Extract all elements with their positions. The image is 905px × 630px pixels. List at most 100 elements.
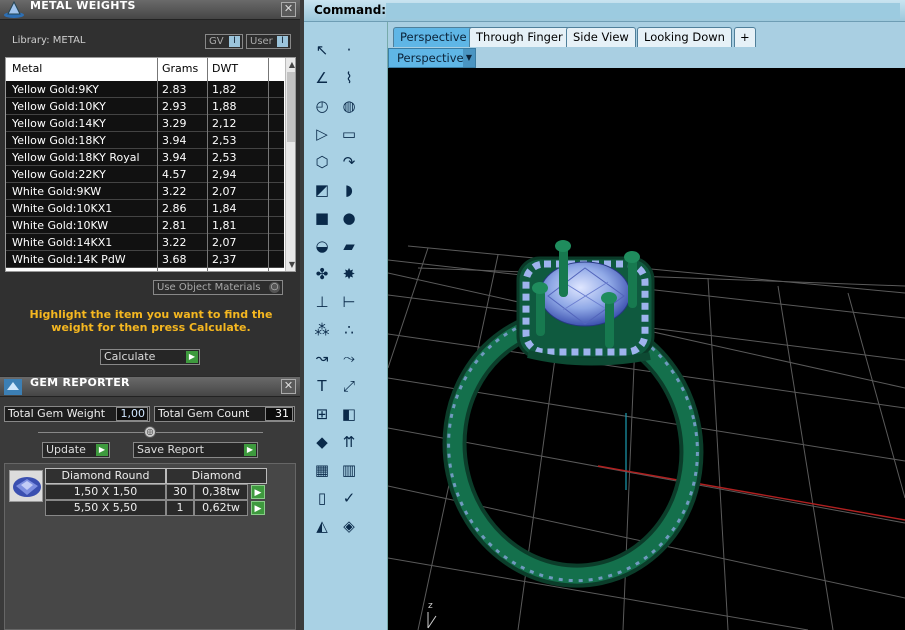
user-toggle[interactable]: User I (246, 34, 291, 49)
calculate-label: Calculate (104, 350, 156, 363)
revolve-icon[interactable]: ◒ (311, 235, 333, 257)
table-row[interactable]: Yellow Gold:18KY 3.94 2,53 (6, 132, 284, 149)
table-row[interactable]: Yellow Gold:9KY 2.83 1,82 (6, 81, 284, 98)
add-tab-button[interactable]: + (734, 27, 756, 47)
gv-toggle[interactable]: GV I (205, 34, 243, 49)
axis-gizmo (427, 612, 437, 629)
table-row[interactable]: White Gold:10KW 2.81 1,81 (6, 217, 284, 234)
dwt-cell: 1,84 (212, 202, 237, 215)
column-divider (207, 58, 208, 271)
calculate-button[interactable]: Calculate ▶ (100, 349, 200, 365)
chevron-down-icon: ▼ (463, 49, 475, 67)
grams-cell: 3.29 (162, 117, 187, 130)
sphere-icon[interactable]: ● (338, 207, 360, 229)
polygon-icon[interactable]: ▷ (311, 123, 333, 145)
table-row[interactable]: White Gold:9KW 3.22 2,07 (6, 183, 284, 200)
hexagon-icon[interactable]: ⬡ (311, 151, 333, 173)
slider-handle[interactable]: ◎ (144, 426, 156, 438)
metal-name-cell: Yellow Gold:22KY (12, 168, 106, 181)
grid-icon[interactable]: ▦ (311, 459, 333, 481)
polyline-icon[interactable]: ∠ (311, 67, 333, 89)
play-icon: ▶ (186, 351, 198, 363)
material-icon[interactable]: ◈ (338, 515, 360, 537)
gem-select-icon[interactable]: ▶ (251, 485, 265, 499)
gem-select-icon[interactable]: ▶ (251, 501, 265, 515)
extrude-icon[interactable]: ⇈ (338, 431, 360, 453)
command-label: Command: (314, 3, 387, 17)
tab-side-view[interactable]: Side View (566, 27, 636, 47)
ring-render: z (388, 240, 905, 630)
gem-material-header: Diamond (166, 468, 267, 484)
scroll-thumb[interactable] (287, 72, 295, 142)
scatter-icon[interactable]: ∴ (338, 319, 360, 341)
metal-weights-title: METAL WEIGHTS (30, 0, 136, 12)
close-icon[interactable]: ✕ (281, 379, 296, 394)
surface-icon[interactable]: ◩ (311, 179, 333, 201)
box-icon[interactable]: ■ (311, 207, 333, 229)
close-icon[interactable]: ✕ (281, 2, 296, 17)
arc-icon[interactable]: ↷ (338, 151, 360, 173)
ellipse-icon[interactable]: ◍ (338, 95, 360, 117)
command-input[interactable] (386, 3, 900, 19)
text-icon[interactable]: T (311, 375, 333, 397)
split-icon[interactable]: ⊢ (338, 291, 360, 313)
loft-icon[interactable]: ◗ (338, 179, 360, 201)
table-row[interactable]: Yellow Gold:10KY 2.93 1,88 (6, 98, 284, 115)
tab-looking-down[interactable]: Looking Down (637, 27, 732, 47)
solid-icon[interactable]: ◆ (311, 431, 333, 453)
3d-viewport[interactable]: z (388, 68, 905, 630)
curve-offset-icon[interactable]: ↝ (311, 347, 333, 369)
check-icon[interactable]: ✓ (338, 487, 360, 509)
table-row[interactable]: White Gold:14KX1 3.22 2,07 (6, 234, 284, 251)
trim-icon[interactable]: ⊥ (311, 291, 333, 313)
gem-thumbnail[interactable] (9, 470, 43, 502)
plane-icon[interactable]: ▰ (338, 235, 360, 257)
metal-name-cell: White Gold:9KW (12, 185, 102, 198)
rectangle-icon[interactable]: ▭ (338, 123, 360, 145)
explode-icon[interactable]: ✸ (338, 263, 360, 285)
table-row[interactable]: Yellow Gold:14KY 3.29 2,12 (6, 115, 284, 132)
gems-icon[interactable]: ⁂ (311, 319, 333, 341)
tab-through-finger[interactable]: Through Finger (469, 27, 570, 47)
curve-icon[interactable]: ⌇ (338, 67, 360, 89)
save-report-button[interactable]: Save Report ▶ (133, 442, 258, 458)
gear-icon[interactable]: ✤ (311, 263, 333, 285)
curve-edit-icon[interactable]: ⤳ (338, 347, 360, 369)
column-header-dwt[interactable]: DWT (212, 62, 238, 75)
command-bar: Command: (304, 0, 905, 22)
axis-z-label: z (428, 601, 433, 611)
gem-count-cell: 30 (166, 484, 194, 500)
viewport-menu[interactable]: Perspective ▼ (388, 48, 476, 68)
circle-icon[interactable]: ◴ (311, 95, 333, 117)
point-icon[interactable]: · (338, 39, 360, 61)
mirror-icon[interactable]: ◧ (338, 403, 360, 425)
gem-size-cell: 1,50 X 1,50 (45, 484, 166, 500)
tab-perspective[interactable]: Perspective (393, 27, 474, 47)
array-icon[interactable]: ⊞ (311, 403, 333, 425)
select-arrow-icon[interactable]: ↖ (311, 39, 333, 61)
measure-icon[interactable]: ▯ (311, 487, 333, 509)
table-row[interactable]: Yellow Gold:18KY Royal 3.94 2,53 (6, 149, 284, 166)
table-row[interactable]: White Gold:14K PdW 3.68 2,37 (6, 251, 284, 268)
use-object-materials-label: Use Object Materials (157, 282, 261, 293)
metal-table-scrollbar[interactable]: ▲ ▼ (285, 58, 295, 271)
dwt-cell: 2,07 (212, 185, 237, 198)
gem-reporter-titlebar: GEM REPORTER ✕ (0, 376, 300, 397)
layout-icon[interactable]: ▥ (338, 459, 360, 481)
update-button[interactable]: Update ▶ (42, 442, 110, 458)
gem-count-cell: 1 (166, 500, 194, 516)
dwt-cell: 2,07 (212, 236, 237, 249)
dwt-cell: 2,53 (212, 151, 237, 164)
grams-cell: 3.94 (162, 134, 187, 147)
column-header-grams[interactable]: Grams (162, 62, 198, 75)
table-row[interactable]: White Gold:10KX1 2.86 1,84 (6, 200, 284, 217)
table-row[interactable]: Yellow Gold:22KY 4.57 2,94 (6, 166, 284, 183)
scale-icon[interactable]: ⤢ (338, 375, 360, 397)
scroll-down-icon[interactable]: ▼ (286, 260, 295, 269)
gem-reporter-icon (4, 379, 22, 395)
use-object-materials-toggle[interactable]: Use Object Materials ○ (153, 280, 283, 295)
metal-weights-icon (4, 1, 24, 18)
column-header-metal[interactable]: Metal (12, 62, 42, 75)
scroll-up-icon[interactable]: ▲ (286, 60, 295, 69)
render-icon[interactable]: ◭ (311, 515, 333, 537)
